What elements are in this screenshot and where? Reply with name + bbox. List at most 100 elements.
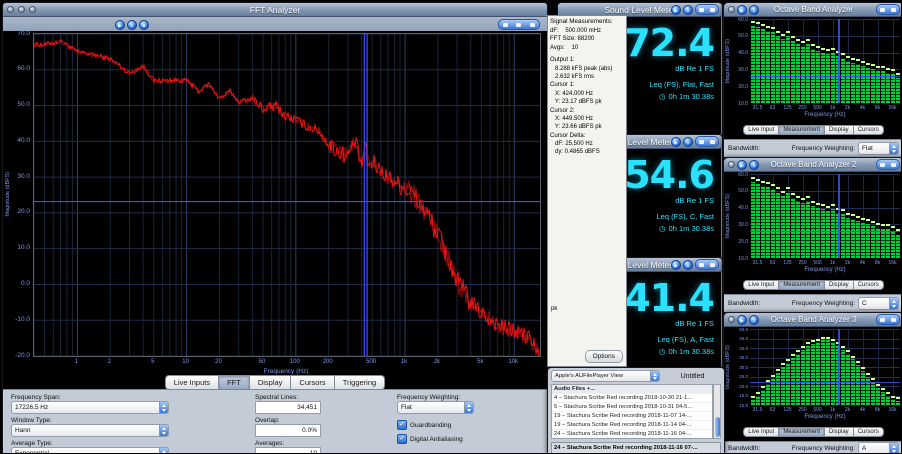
tab-live-input[interactable]: Live Input [743,427,779,437]
audio-file-row[interactable]: 24 – Stachura Scribe Red recording 2018-… [552,430,712,439]
play-icon[interactable]: ▶ [671,137,681,147]
peak-hold-marker [751,396,755,398]
audio-file-row[interactable]: 19 – Stachura Scribe Red recording 2018-… [552,412,712,421]
tab-cursors[interactable]: Cursors [854,125,884,135]
octave-plot[interactable] [750,329,900,405]
view-toggle-capsule[interactable] [876,159,900,170]
spectral-lines-field[interactable]: 34,451 [255,401,321,414]
window-close-icon[interactable] [728,161,735,168]
octave-bar [866,68,870,103]
checkbox-checked-icon[interactable]: ✓ [397,420,407,430]
view-toggle-capsule[interactable] [695,259,719,270]
cursor-vertical[interactable] [838,174,840,258]
tab-cursors[interactable]: Cursors [854,280,884,290]
cursor-horizontal[interactable] [750,231,900,232]
cursor-horizontal[interactable] [750,76,900,77]
window-zoom-icon[interactable] [29,6,36,13]
frequency-weighting-popup[interactable]: C [858,297,899,310]
view-toggle-capsule[interactable] [695,136,719,147]
overlap-field[interactable]: 0.0% [255,424,321,437]
x-axis-ticks: 1251020501002005001k2k5k10k [33,359,539,367]
oba-titlebar[interactable]: ▶ ‖ Octave Band Analyzer 3 [724,313,902,327]
tab-display[interactable]: Display [825,125,854,135]
pause-icon[interactable]: ‖ [683,5,693,15]
tab-display[interactable]: Display [825,427,854,437]
cursor-vertical[interactable] [838,19,840,103]
view-toggle-capsule[interactable] [876,4,900,15]
window-type-value: Hann [15,427,31,434]
peak-hold-marker [841,209,845,211]
options-button[interactable]: Options [585,350,623,363]
octave-plot[interactable] [750,19,900,103]
peak-hold-marker [756,392,760,394]
frequency-weighting-popup[interactable]: A [858,442,899,454]
play-icon[interactable]: ▶ [737,315,747,325]
scrollbar[interactable] [713,384,721,439]
audio-files-group-header[interactable]: Audio Files +... [552,385,712,394]
tab-display[interactable]: Display [250,375,292,390]
octave-plot[interactable] [750,174,900,258]
fft-titlebar[interactable]: FFT Analyzer [3,3,547,17]
cursor-horizontal[interactable] [750,382,900,383]
tab-live-input[interactable]: Live Input [743,280,779,290]
octave-bar [766,384,770,405]
octave-bar [881,229,885,258]
octave-bar [841,350,845,405]
audio-file-row[interactable]: 5 – Stachura Scribe Red recording 2018-1… [552,403,712,412]
window-close-icon[interactable] [728,6,735,13]
peak-hold-marker [871,221,875,223]
view-toggle-capsule[interactable] [498,19,540,30]
play-icon[interactable]: ▶ [115,20,125,30]
average-type-popup[interactable]: Exponential [11,447,169,454]
tab-triggering[interactable]: Triggering [335,375,386,390]
pause-icon[interactable]: ‖ [749,315,759,325]
view-toggle-capsule[interactable] [695,4,719,15]
y-tick-label: 30.0 [739,365,748,370]
tab-measurement[interactable]: Measurement [779,280,825,290]
pause-icon[interactable]: ‖ [683,260,693,270]
oba-titlebar[interactable]: ▶ ‖ Octave Band Analyzer [724,3,902,17]
fft-plot[interactable] [33,33,541,357]
pause-icon[interactable]: ‖ [683,137,693,147]
tab-live-input[interactable]: Live Input [743,125,779,135]
tab-live-inputs[interactable]: Live Inputs [165,375,219,390]
pause-icon[interactable]: ‖ [749,160,759,170]
pause-icon[interactable]: ‖ [127,20,137,30]
frequency-span-popup[interactable]: 17226.5 Hz [11,401,169,414]
octave-bar [866,377,870,406]
oba-titlebar[interactable]: ▶ ‖ Octave Band Analyzer 2 [724,158,902,172]
selected-file[interactable]: 24 – Stachura Scribe Red recording 2018-… [551,442,721,454]
checkbox-checked-icon[interactable]: ✓ [397,434,407,444]
audio-file-row[interactable]: 4 – Stachura Scribe Red recording 2018-1… [552,394,712,403]
octave-bar [766,187,770,258]
pause-icon[interactable]: ‖ [749,5,759,15]
averages-field[interactable]: 10 [255,447,321,454]
octave-bar [821,53,825,103]
tab-cursors[interactable]: Cursors [291,375,334,390]
octave-bar [756,396,760,406]
tab-measurement[interactable]: Measurement [779,427,825,437]
tab-measurement[interactable]: Measurement [779,125,825,135]
frequency-weighting-popup[interactable]: Flat [397,401,474,414]
window-minimize-icon[interactable] [18,6,25,13]
audio-file-row[interactable]: 19 – Stachura Scribe Red recording 2018-… [552,421,712,430]
frequency-weighting-popup[interactable]: Flat [858,142,899,155]
window-close-icon[interactable] [7,6,14,13]
peak-hold-marker [881,388,885,390]
octave-bar [816,342,820,405]
tab-display[interactable]: Display [825,280,854,290]
cursor-vertical[interactable] [838,329,840,405]
stop-icon[interactable]: ■ [139,20,149,30]
play-icon[interactable]: ▶ [671,260,681,270]
window-type-popup[interactable]: Hann [11,424,169,437]
tab-fft[interactable]: FFT [219,375,250,390]
tab-cursors[interactable]: Cursors [854,427,884,437]
play-icon[interactable]: ▶ [737,5,747,15]
play-icon[interactable]: ▶ [737,160,747,170]
scrollbar-thumb[interactable] [715,417,720,437]
view-selector-popup[interactable]: Apple's AUFilePlayer View [551,370,660,382]
play-icon[interactable]: ▶ [671,5,681,15]
view-toggle-capsule[interactable] [876,314,900,325]
window-close-icon[interactable] [728,316,735,323]
x-tick-label: 50 [253,359,271,365]
